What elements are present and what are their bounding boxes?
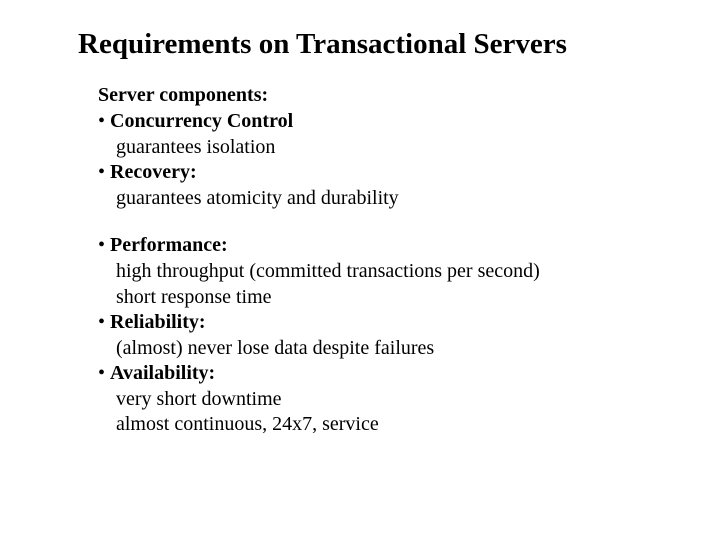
bullet-label: Concurrency Control: [110, 110, 293, 132]
bullet-performance: • Performance:: [98, 233, 660, 259]
bullet-detail: (almost) never lose data despite failure…: [98, 336, 660, 362]
bullet-marker: •: [98, 362, 110, 384]
bullet-detail: short response time: [98, 285, 660, 311]
bullet-marker: •: [98, 311, 110, 333]
section-heading: Server components:: [98, 84, 268, 106]
bullet-label: Reliability:: [110, 311, 206, 333]
bullet-reliability: • Reliability:: [98, 310, 660, 336]
slide: Requirements on Transactional Servers Se…: [0, 0, 720, 540]
bullet-label: Performance:: [110, 234, 228, 256]
bullet-marker: •: [98, 234, 110, 256]
spacer: [98, 211, 660, 233]
bullet-marker: •: [98, 161, 110, 183]
bullet-marker: •: [98, 110, 110, 132]
slide-body: Server components: • Concurrency Control…: [78, 83, 660, 438]
bullet-detail: high throughput (committed transactions …: [98, 259, 660, 285]
bullet-detail: almost continuous, 24x7, service: [98, 412, 660, 438]
bullet-label: Recovery:: [110, 161, 197, 183]
bullet-availability: • Availability:: [98, 361, 660, 387]
slide-title: Requirements on Transactional Servers: [78, 28, 660, 61]
bullet-detail: guarantees atomicity and durability: [98, 186, 660, 212]
bullet-concurrency: • Concurrency Control: [98, 109, 660, 135]
bullet-detail: very short downtime: [98, 387, 660, 413]
bullet-detail: guarantees isolation: [98, 135, 660, 161]
bullet-recovery: • Recovery:: [98, 160, 660, 186]
bullet-label: Availability:: [110, 362, 215, 384]
